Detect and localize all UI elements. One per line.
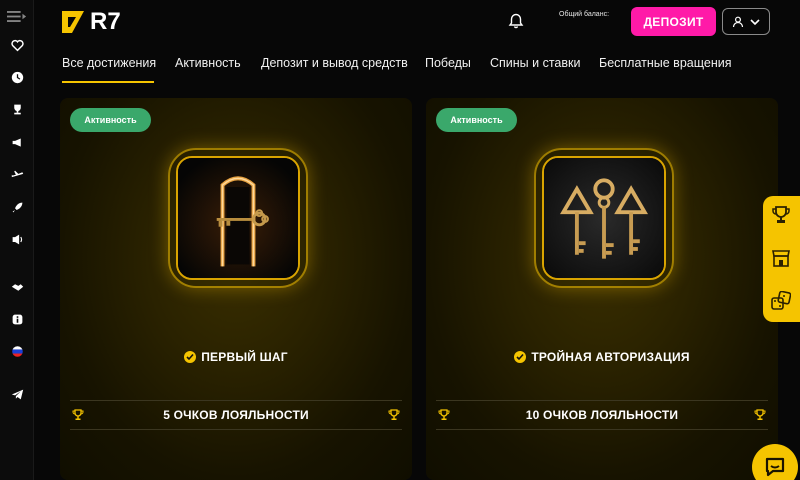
loyalty-points: 10 ОЧКОВ ЛОЯЛЬНОСТИ	[525, 408, 679, 422]
russia-flag-icon[interactable]	[8, 342, 26, 360]
tab-spins-bets[interactable]: Спины и ставки	[490, 56, 580, 70]
trophy-icon[interactable]	[770, 204, 792, 226]
chevron-down-icon	[749, 18, 760, 25]
handshake-icon[interactable]	[8, 278, 26, 296]
tab-all-achievements[interactable]: Все достижения	[62, 56, 156, 70]
dice-icon[interactable]	[770, 290, 792, 312]
check-icon	[184, 351, 197, 363]
divider	[436, 400, 768, 401]
logo[interactable]: R7	[60, 8, 121, 36]
heart-icon[interactable]	[8, 36, 26, 54]
menu-toggle-icon[interactable]	[6, 7, 28, 25]
category-badge: Активность	[436, 108, 517, 132]
support-chat-button[interactable]	[752, 444, 798, 480]
top-header: R7 Общий баланс: ДЕПОЗИТ	[34, 0, 800, 44]
category-badge: Активность	[70, 108, 151, 132]
loudspeaker-icon[interactable]	[8, 230, 26, 248]
info-icon[interactable]	[8, 310, 26, 328]
achievement-title-row: ПЕРВЫЙ ШАГ	[60, 350, 412, 364]
quick-access-panel	[763, 196, 800, 322]
achievement-image	[534, 148, 674, 288]
sidebar	[0, 0, 34, 480]
achievement-tabs: Все достижения Активность Депозит и выво…	[34, 50, 800, 84]
user-icon	[732, 16, 743, 27]
three-keys-icon	[544, 158, 664, 278]
tab-free-spins[interactable]: Бесплатные вращения	[599, 56, 731, 70]
clock-icon[interactable]	[8, 68, 26, 86]
plane-icon[interactable]	[8, 166, 26, 184]
megaphone-icon[interactable]	[8, 133, 26, 151]
check-icon	[514, 351, 527, 363]
keys-image	[542, 156, 666, 280]
tab-wins[interactable]: Победы	[425, 56, 471, 70]
glowing-door-icon	[178, 158, 298, 278]
balance-label: Общий баланс:	[559, 11, 610, 18]
bell-icon[interactable]	[508, 13, 524, 29]
loyalty-points: 5 ОЧКОВ ЛОЯЛЬНОСТИ	[163, 408, 309, 422]
logo-mark-icon	[62, 11, 84, 33]
user-menu-button[interactable]	[722, 8, 770, 35]
tab-deposit-withdrawal[interactable]: Депозит и вывод средств	[261, 56, 408, 70]
trophy-icon[interactable]	[8, 100, 26, 118]
achievement-image	[168, 148, 308, 288]
active-tab-indicator	[62, 81, 154, 83]
achievement-title: ТРОЙНАЯ АВТОРИЗАЦИЯ	[531, 350, 690, 364]
app-root: R7 Общий баланс: ДЕПОЗИТ Все достижения …	[0, 0, 800, 480]
divider	[70, 429, 402, 430]
deposit-button[interactable]: ДЕПОЗИТ	[631, 7, 716, 36]
divider	[70, 400, 402, 401]
door-image	[176, 156, 300, 280]
tab-activity[interactable]: Активность	[175, 56, 241, 70]
logo-text: R7	[90, 8, 121, 35]
achievement-card[interactable]: Активность	[426, 98, 778, 480]
chat-icon	[765, 457, 785, 477]
telegram-icon[interactable]	[8, 385, 26, 403]
achievement-card[interactable]: Активность	[60, 98, 412, 480]
trophy-icon	[754, 408, 766, 420]
trophy-icon	[388, 408, 400, 420]
achievement-title-row: ТРОЙНАЯ АВТОРИЗАЦИЯ	[426, 350, 778, 364]
divider	[436, 429, 768, 430]
store-icon[interactable]	[770, 247, 792, 269]
achievement-title: ПЕРВЫЙ ШАГ	[201, 350, 288, 364]
rocket-icon[interactable]	[8, 198, 26, 216]
